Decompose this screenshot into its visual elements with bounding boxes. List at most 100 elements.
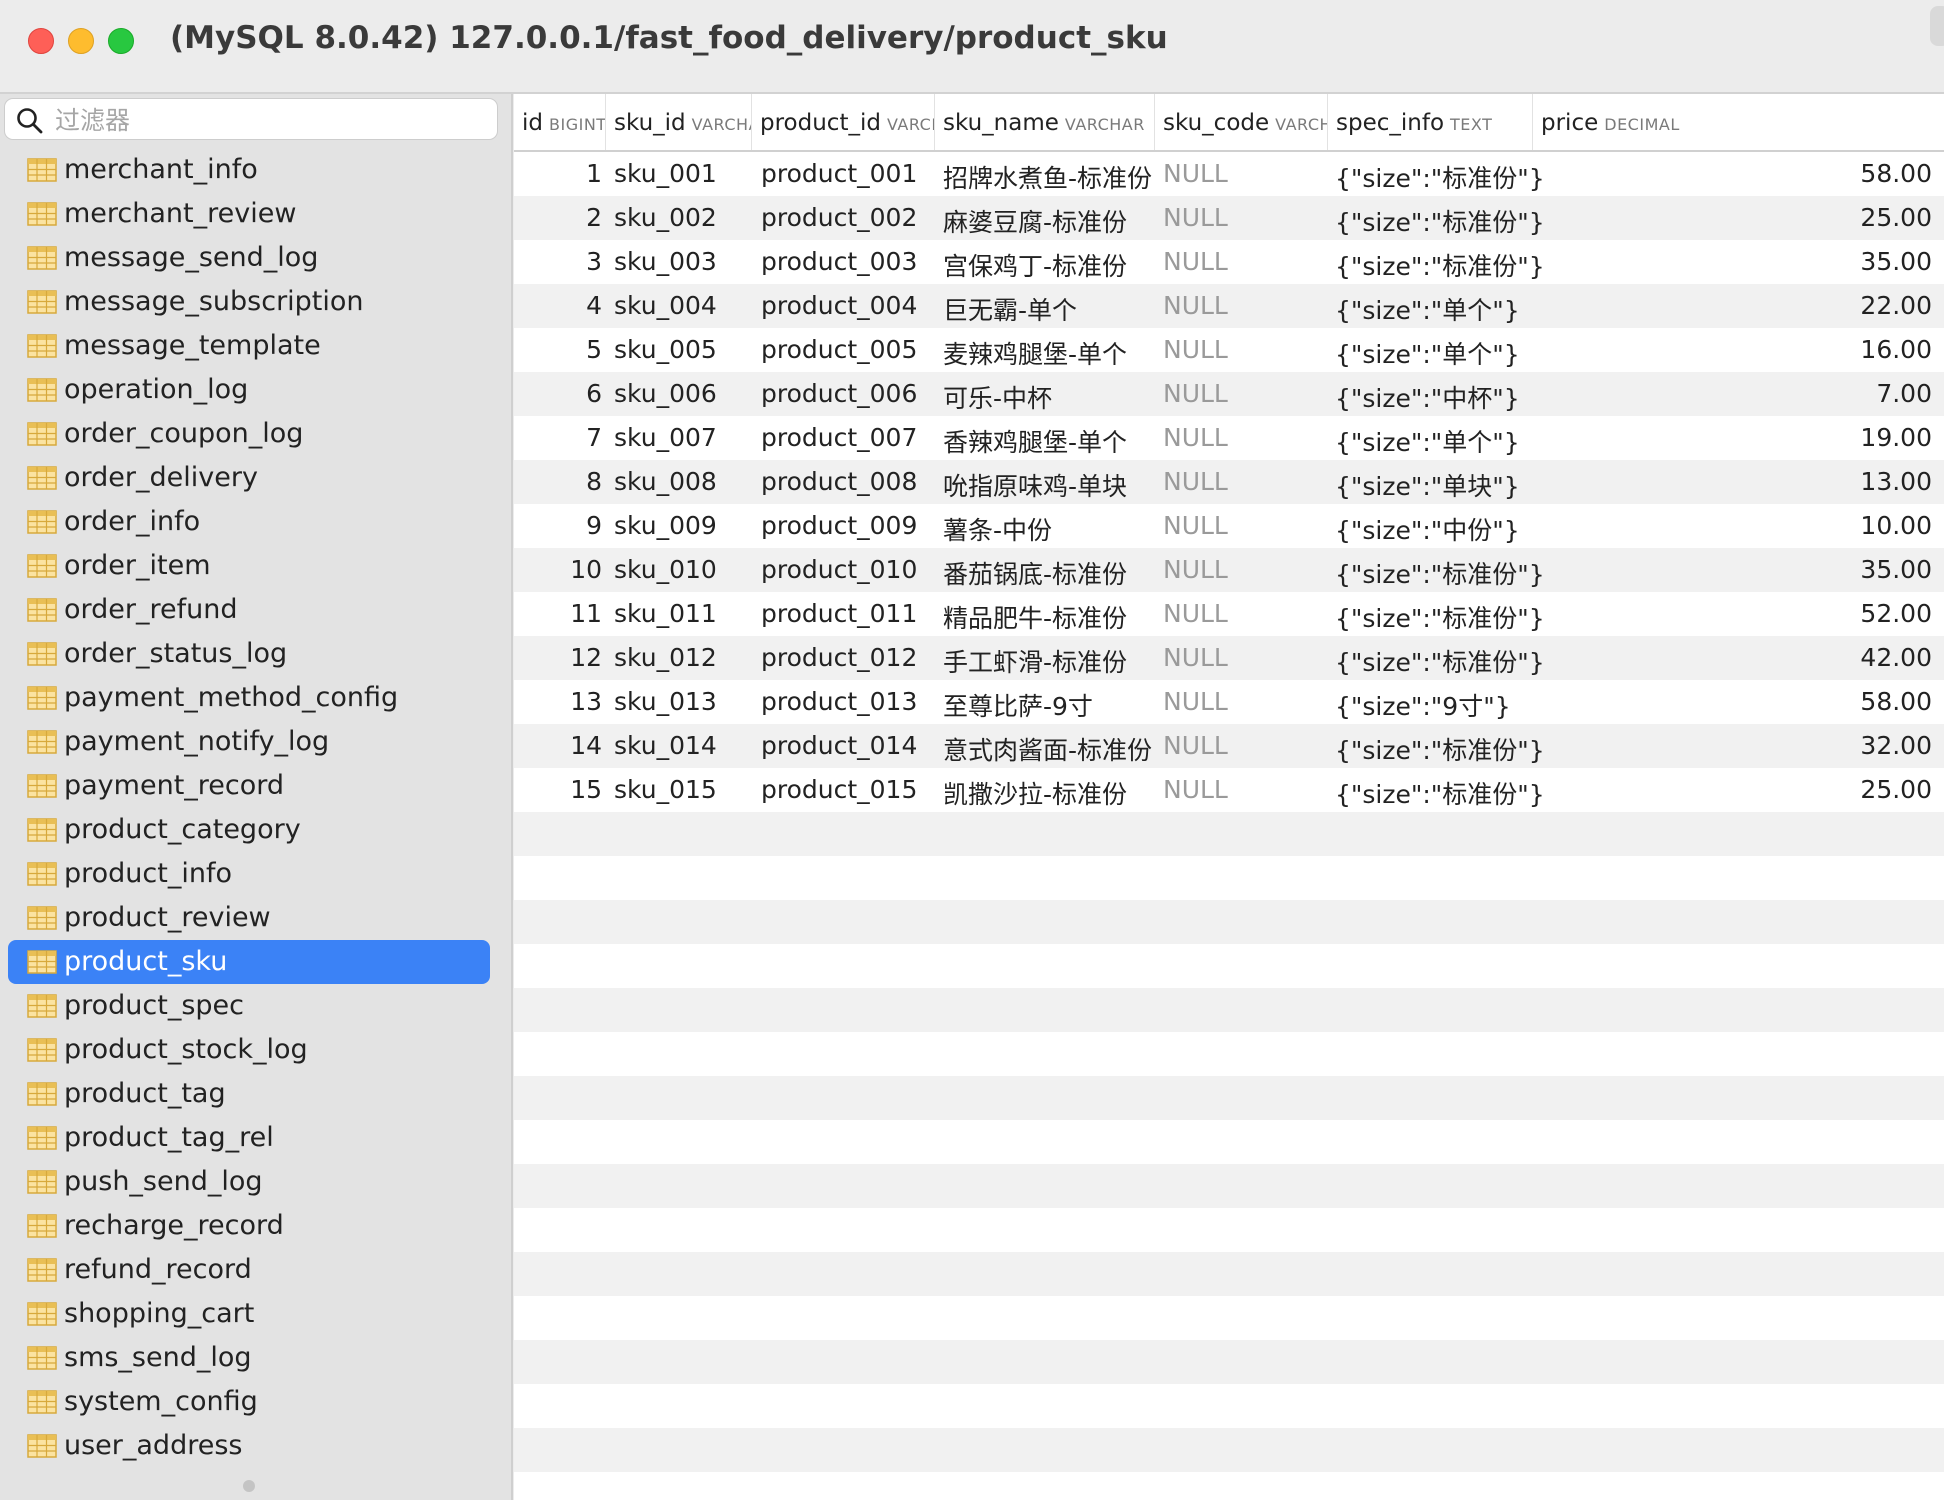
table-row[interactable]: 4 sku_004 product_004 巨无霸-单个 NULL {"size":"单个… [514, 284, 1944, 328]
cell-id[interactable]: 15 [570, 775, 602, 804]
sidebar-item-merchant-review[interactable]: merchant_review [8, 192, 490, 236]
cell-price[interactable]: 35.00 [1860, 247, 1932, 276]
cell-price[interactable]: 32.00 [1860, 731, 1932, 760]
column-header-product-id[interactable]: product_id VARCHAR [752, 94, 935, 150]
cell-price[interactable]: 58.00 [1860, 687, 1932, 716]
cell-sku-code[interactable]: NULL [1163, 555, 1228, 584]
cell-product-id[interactable]: product_006 [761, 379, 917, 408]
cell-spec-info[interactable]: {"size":"标准份"} [1335, 731, 1545, 767]
cell-sku-name[interactable]: 意式肉酱面-标准份 [943, 731, 1152, 767]
cell-spec-info[interactable]: {"size":"中杯"} [1335, 379, 1520, 415]
cell-sku-name[interactable]: 精品肥牛-标准份 [943, 599, 1127, 635]
filter-box[interactable] [4, 98, 498, 140]
cell-product-id[interactable]: product_012 [761, 643, 917, 672]
cell-id[interactable]: 5 [586, 335, 602, 364]
cell-sku-name[interactable]: 吮指原味鸡-单块 [943, 467, 1127, 503]
cell-product-id[interactable]: product_008 [761, 467, 917, 496]
sidebar-item-recharge-record[interactable]: recharge_record [8, 1204, 490, 1248]
cell-sku-name[interactable]: 宫保鸡丁-标准份 [943, 247, 1127, 283]
cell-id[interactable]: 3 [586, 247, 602, 276]
cell-sku-code[interactable]: NULL [1163, 159, 1228, 188]
cell-spec-info[interactable]: {"size":"标准份"} [1335, 555, 1545, 591]
sidebar-item-product-tag[interactable]: product_tag [8, 1072, 490, 1116]
cell-id[interactable]: 1 [586, 159, 602, 188]
cell-sku-code[interactable]: NULL [1163, 467, 1228, 496]
cell-sku-id[interactable]: sku_008 [614, 467, 717, 496]
sidebar-item-shopping-cart[interactable]: shopping_cart [8, 1292, 490, 1336]
cell-price[interactable]: 52.00 [1860, 599, 1932, 628]
cell-sku-code[interactable]: NULL [1163, 203, 1228, 232]
sidebar-item-order-coupon-log[interactable]: order_coupon_log [8, 412, 490, 456]
cell-product-id[interactable]: product_014 [761, 731, 917, 760]
cell-id[interactable]: 6 [586, 379, 602, 408]
cell-sku-name[interactable]: 薯条-中份 [943, 511, 1052, 547]
cell-spec-info[interactable]: {"size":"标准份"} [1335, 159, 1545, 195]
table-row[interactable]: 11 sku_011 product_011 精品肥牛-标准份 NULL {"size":… [514, 592, 1944, 636]
cell-sku-name[interactable]: 麻婆豆腐-标准份 [943, 203, 1127, 239]
column-header-price[interactable]: price DECIMAL [1533, 94, 1944, 150]
column-header-sku-name[interactable]: sku_name VARCHAR [935, 94, 1155, 150]
cell-product-id[interactable]: product_002 [761, 203, 917, 232]
cell-id[interactable]: 8 [586, 467, 602, 496]
cell-sku-name[interactable]: 手工虾滑-标准份 [943, 643, 1127, 679]
zoom-window-button[interactable] [108, 28, 134, 54]
cell-sku-code[interactable]: NULL [1163, 599, 1228, 628]
cell-product-id[interactable]: product_007 [761, 423, 917, 452]
cell-product-id[interactable]: product_001 [761, 159, 917, 188]
cell-spec-info[interactable]: {"size":"9寸"} [1335, 687, 1511, 723]
sidebar-item-payment-notify-log[interactable]: payment_notify_log [8, 720, 490, 764]
cell-id[interactable]: 14 [570, 731, 602, 760]
table-row[interactable]: 1 sku_001 product_001 招牌水煮鱼-标准份 NULL {"size":… [514, 152, 1944, 196]
cell-sku-id[interactable]: sku_005 [614, 335, 717, 364]
sidebar-item-payment-method-config[interactable]: payment_method_config [8, 676, 490, 720]
sidebar-item-refund-record[interactable]: refund_record [8, 1248, 490, 1292]
table-row[interactable]: 8 sku_008 product_008 吮指原味鸡-单块 NULL {"size":"… [514, 460, 1944, 504]
cell-sku-id[interactable]: sku_012 [614, 643, 717, 672]
column-header-spec-info[interactable]: spec_info TEXT [1328, 94, 1533, 150]
cell-spec-info[interactable]: {"size":"标准份"} [1335, 247, 1545, 283]
sidebar-item-system-config[interactable]: system_config [8, 1380, 490, 1424]
table-row[interactable]: 6 sku_006 product_006 可乐-中杯 NULL {"size":"中杯"… [514, 372, 1944, 416]
cell-price[interactable]: 13.00 [1860, 467, 1932, 496]
cell-sku-id[interactable]: sku_011 [614, 599, 717, 628]
sidebar-item-merchant-info[interactable]: merchant_info [8, 148, 490, 192]
cell-id[interactable]: 11 [570, 599, 602, 628]
cell-product-id[interactable]: product_011 [761, 599, 917, 628]
sidebar-item-order-item[interactable]: order_item [8, 544, 490, 588]
table-row[interactable]: 15 sku_015 product_015 凯撒沙拉-标准份 NULL {"size":… [514, 768, 1944, 812]
sidebar-item-user-address[interactable]: user_address [8, 1424, 490, 1468]
cell-sku-name[interactable]: 招牌水煮鱼-标准份 [943, 159, 1152, 195]
cell-sku-id[interactable]: sku_002 [614, 203, 717, 232]
cell-sku-code[interactable]: NULL [1163, 511, 1228, 540]
cell-spec-info[interactable]: {"size":"单个"} [1335, 423, 1520, 459]
cell-spec-info[interactable]: {"size":"标准份"} [1335, 643, 1545, 679]
cell-id[interactable]: 9 [586, 511, 602, 540]
cell-sku-name[interactable]: 麦辣鸡腿堡-单个 [943, 335, 1127, 371]
cell-sku-code[interactable]: NULL [1163, 335, 1228, 364]
cell-spec-info[interactable]: {"size":"标准份"} [1335, 203, 1545, 239]
sidebar-item-product-tag-rel[interactable]: product_tag_rel [8, 1116, 490, 1160]
cell-sku-id[interactable]: sku_004 [614, 291, 717, 320]
cell-id[interactable]: 10 [570, 555, 602, 584]
cell-sku-code[interactable]: NULL [1163, 291, 1228, 320]
cell-sku-id[interactable]: sku_015 [614, 775, 717, 804]
cell-product-id[interactable]: product_004 [761, 291, 917, 320]
cell-sku-code[interactable]: NULL [1163, 423, 1228, 452]
cell-sku-name[interactable]: 至尊比萨-9寸 [943, 687, 1093, 723]
cell-spec-info[interactable]: {"size":"单个"} [1335, 291, 1520, 327]
sidebar-item-order-info[interactable]: order_info [8, 500, 490, 544]
cell-sku-id[interactable]: sku_003 [614, 247, 717, 276]
cell-product-id[interactable]: product_003 [761, 247, 917, 276]
cell-sku-name[interactable]: 凯撒沙拉-标准份 [943, 775, 1127, 811]
cell-spec-info[interactable]: {"size":"标准份"} [1335, 599, 1545, 635]
cell-sku-code[interactable]: NULL [1163, 643, 1228, 672]
table-row[interactable]: 10 sku_010 product_010 番茄锅底-标准份 NULL {"size":… [514, 548, 1944, 592]
cell-product-id[interactable]: product_010 [761, 555, 917, 584]
sidebar-item-order-delivery[interactable]: order_delivery [8, 456, 490, 500]
cell-sku-id[interactable]: sku_006 [614, 379, 717, 408]
table-row[interactable]: 13 sku_013 product_013 至尊比萨-9寸 NULL {"size":"… [514, 680, 1944, 724]
close-window-button[interactable] [28, 28, 54, 54]
table-row[interactable]: 14 sku_014 product_014 意式肉酱面-标准份 NULL {"size"… [514, 724, 1944, 768]
cell-price[interactable]: 16.00 [1860, 335, 1932, 364]
cell-spec-info[interactable]: {"size":"单个"} [1335, 335, 1520, 371]
